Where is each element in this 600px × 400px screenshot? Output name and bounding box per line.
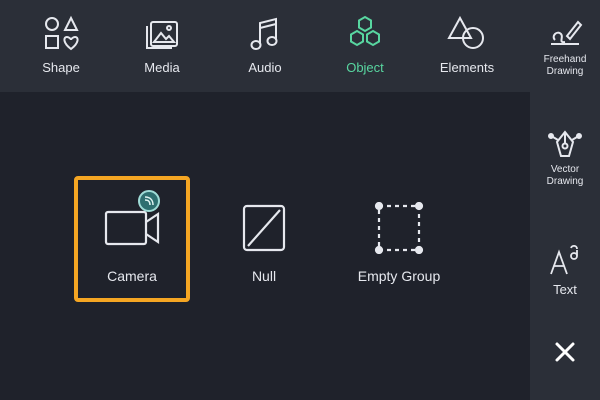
top-toolbar: Shape Media Audio Object Elements [0, 0, 530, 92]
vector-drawing-label: Vector Drawing [546, 164, 584, 187]
right-sidebar: Freehand Drawing Vector Drawing Text [530, 0, 600, 400]
hexagon-cluster-icon [345, 14, 385, 54]
object-panel: Camera Null Empty Group [0, 92, 530, 400]
close-icon [545, 332, 585, 372]
object-label: Camera [107, 268, 157, 284]
object-camera[interactable]: Camera [74, 176, 190, 302]
camera-badge-icon [138, 190, 160, 212]
tab-elements[interactable]: Elements [419, 0, 515, 92]
object-label: Empty Group [357, 268, 441, 284]
text-icon [545, 242, 585, 282]
null-icon [232, 202, 296, 254]
tab-media[interactable]: Media [114, 0, 210, 92]
freehand-drawing-label: Freehand Drawing [543, 54, 587, 77]
object-null[interactable]: Null [208, 180, 320, 302]
elements-icon [447, 14, 487, 54]
text-button[interactable]: Text [530, 242, 600, 297]
object-empty-group[interactable]: Empty Group [342, 180, 456, 302]
tab-object[interactable]: Object [317, 0, 413, 92]
media-icon [142, 14, 182, 54]
freehand-drawing-button[interactable]: Freehand Drawing [530, 14, 600, 78]
tab-label: Shape [42, 60, 80, 75]
freehand-pen-icon [545, 14, 585, 54]
close-button[interactable] [530, 332, 600, 372]
tab-label: Media [144, 60, 180, 75]
vector-pen-icon [545, 124, 585, 164]
music-note-icon [245, 14, 285, 54]
vector-drawing-button[interactable]: Vector Drawing [530, 124, 600, 188]
tab-shape[interactable]: Shape [13, 0, 109, 92]
tab-label: Elements [439, 60, 495, 75]
tab-audio[interactable]: Audio [217, 0, 313, 92]
camera-icon [100, 190, 164, 254]
text-label: Text [553, 282, 577, 297]
object-label: Null [251, 268, 277, 284]
empty-group-icon [367, 202, 431, 254]
tab-label: Audio [248, 60, 282, 75]
tab-label: Object [346, 60, 384, 75]
shapes-icon [41, 14, 81, 54]
